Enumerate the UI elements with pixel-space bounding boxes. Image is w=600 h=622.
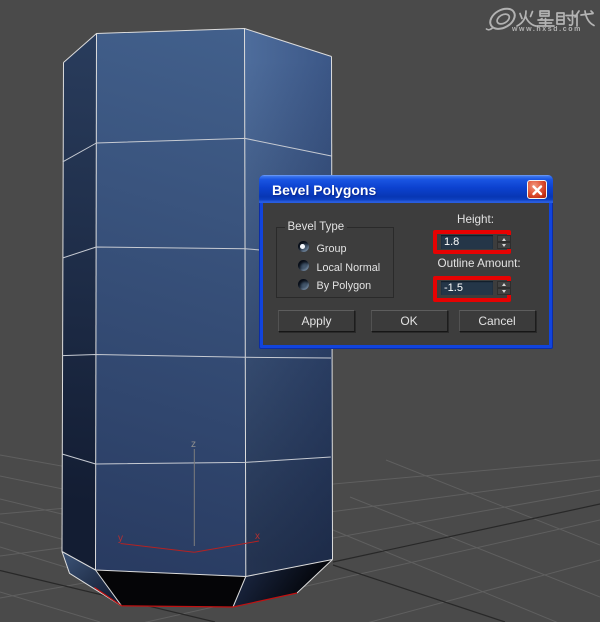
svg-text:y: y [118,533,123,544]
svg-text:z: z [191,439,196,450]
svg-text:x: x [255,531,260,542]
